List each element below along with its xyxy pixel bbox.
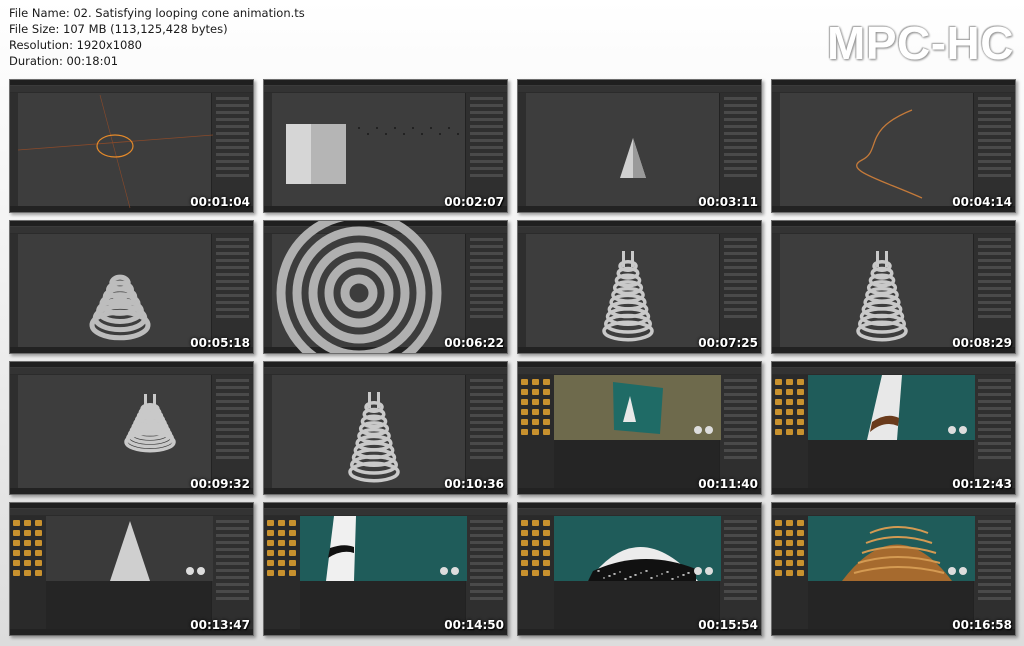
video-thumbnail: 00:12:43: [771, 361, 1016, 495]
scene-preview: [89, 274, 151, 341]
scene-preview: [124, 394, 176, 453]
scene-preview: [602, 251, 654, 342]
timestamp: 00:15:54: [698, 618, 758, 632]
timestamp: 00:03:11: [698, 195, 758, 209]
video-thumbnail: 00:07:25: [517, 220, 762, 354]
timestamp: 00:10:36: [444, 477, 504, 491]
scene-preview: [300, 516, 467, 581]
scene-preview: [46, 516, 213, 581]
timestamp: 00:09:32: [190, 477, 250, 491]
video-thumbnail: 00:11:40: [517, 361, 762, 495]
video-thumbnail: 00:03:11: [517, 79, 762, 213]
video-thumbnail: 00:15:54: [517, 502, 762, 636]
timestamp: 00:08:29: [952, 336, 1012, 350]
video-thumbnail: 00:14:50: [263, 502, 508, 636]
video-thumbnail: 00:09:32: [9, 361, 254, 495]
file-size: File Size: 107 MB (113,125,428 bytes): [9, 22, 228, 36]
scene-preview: [856, 109, 923, 199]
video-thumbnail: 00:02:07: [263, 79, 508, 213]
timestamp: 00:16:58: [952, 618, 1012, 632]
scene-preview: [856, 251, 908, 342]
timestamp: 00:01:04: [190, 195, 250, 209]
file-info: File Name: 02. Satisfying looping cone a…: [9, 5, 305, 69]
video-thumbnail: 00:06:22: [263, 220, 508, 354]
scene-preview: [554, 375, 721, 440]
timestamp: 00:04:14: [952, 195, 1012, 209]
video-thumbnail: 00:04:14: [771, 79, 1016, 213]
file-name: File Name: 02. Satisfying looping cone a…: [9, 6, 305, 20]
timestamp: 00:05:18: [190, 336, 250, 350]
scene-preview: [554, 516, 721, 581]
scene-preview: [286, 124, 459, 184]
video-thumbnail: 00:08:29: [771, 220, 1016, 354]
scene-preview: [348, 392, 400, 483]
video-thumbnail: 00:10:36: [263, 361, 508, 495]
scene-preview: [808, 375, 975, 440]
timestamp: 00:07:25: [698, 336, 758, 350]
mpc-hc-logo: MPC-HC: [827, 17, 1014, 69]
resolution: Resolution: 1920x1080: [9, 38, 142, 52]
video-thumbnail: 00:16:58: [771, 502, 1016, 636]
scene-preview: [276, 221, 442, 353]
scene-preview: [17, 94, 214, 209]
duration: Duration: 00:18:01: [9, 54, 119, 68]
video-thumbnail: 00:05:18: [9, 220, 254, 354]
video-thumbnail: 00:13:47: [9, 502, 254, 636]
timestamp: 00:02:07: [444, 195, 504, 209]
timestamp: 00:13:47: [190, 618, 250, 632]
thumbnail-grid: 00:01:04 00:02:07 00:03:11 00:04:14 00:05:18…: [9, 79, 1016, 636]
video-thumbnail: 00:01:04: [9, 79, 254, 213]
timestamp: 00:12:43: [952, 477, 1012, 491]
timestamp: 00:11:40: [698, 477, 758, 491]
scene-preview: [620, 138, 646, 178]
scene-preview: [808, 516, 975, 581]
timestamp: 00:14:50: [444, 618, 504, 632]
timestamp: 00:06:22: [444, 336, 504, 350]
